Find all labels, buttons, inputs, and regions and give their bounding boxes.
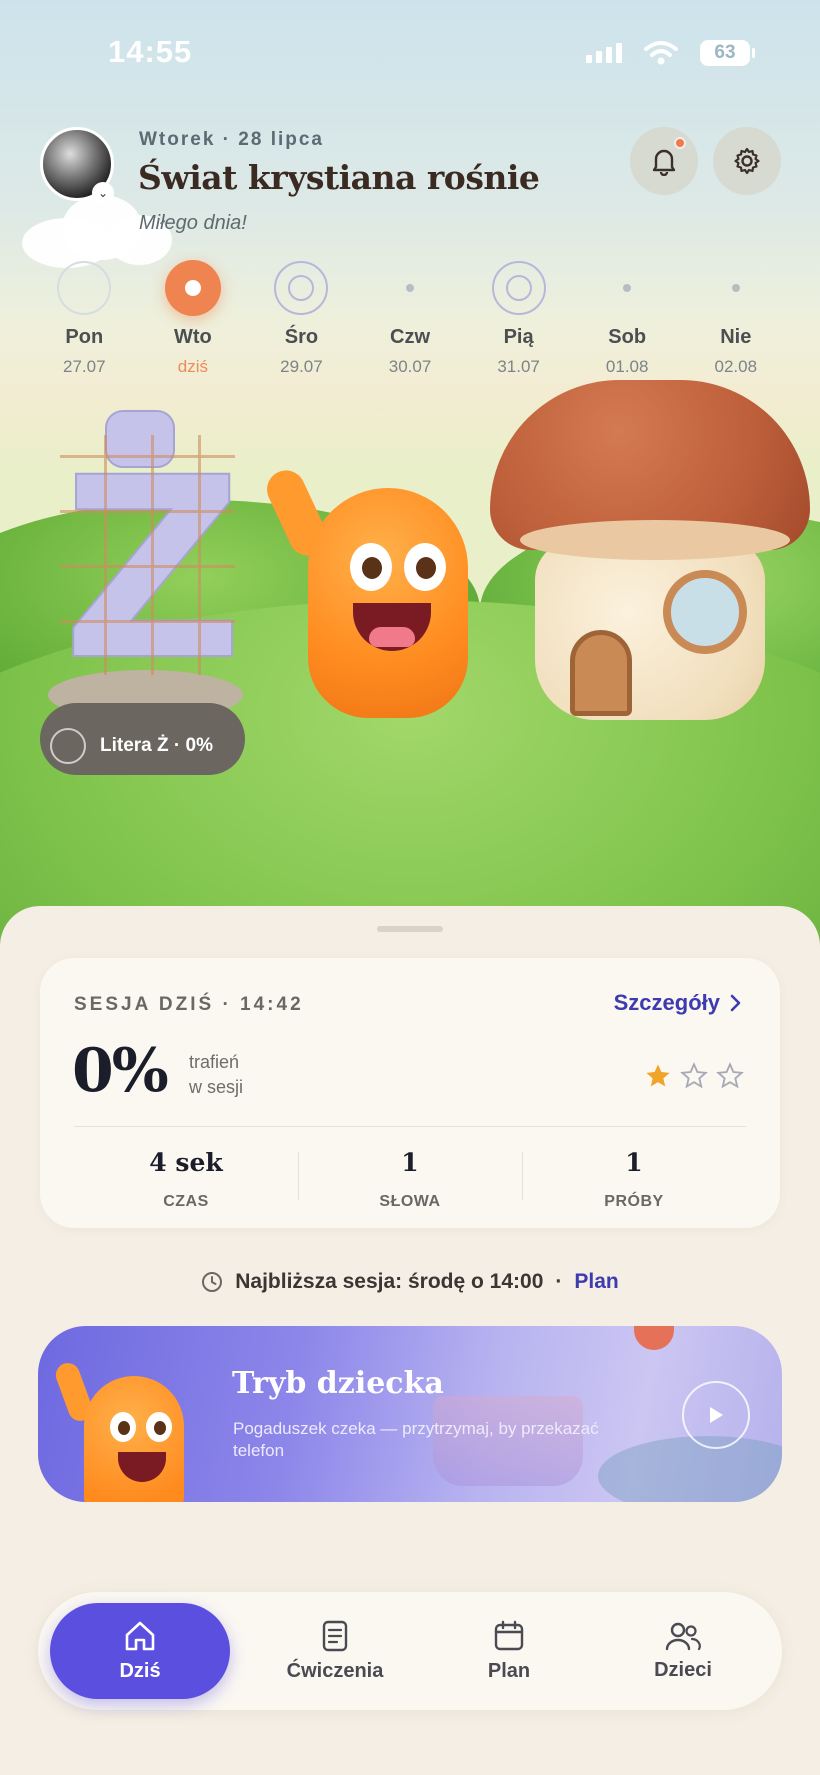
- chevron-down-icon[interactable]: ⌄: [92, 182, 114, 204]
- next-session-row: Najbliższa sesja: środę o 14:00 · Plan: [0, 1270, 820, 1294]
- status-icons: 63: [586, 40, 755, 66]
- day-sat[interactable]: Sob 01.08: [573, 258, 682, 377]
- planned-ring: [491, 261, 546, 315]
- scaffold: [60, 435, 235, 675]
- week-strip: Pon 27.07 Wto dziś Śro 29.07 Czw 30.07 P…: [30, 258, 790, 377]
- stat-words: 1 SŁOWA: [298, 1148, 522, 1211]
- progress-ring: [57, 261, 112, 315]
- nav-exercises[interactable]: Ćwiczenia: [248, 1603, 422, 1699]
- mascot-character: [52, 1356, 204, 1502]
- day-dot: [623, 284, 632, 292]
- stat-attempts: 1 PRÓBY: [522, 1148, 746, 1211]
- day-sun[interactable]: Nie 02.08: [681, 258, 790, 377]
- home-icon: [125, 1621, 155, 1650]
- signal-icon: [586, 43, 622, 63]
- session-percent: 0%: [72, 1036, 169, 1106]
- mascot-eye: [350, 543, 392, 591]
- star-filled-icon: [646, 1064, 670, 1087]
- session-stats: 4 sek CZAS 1 SŁOWA 1 PRÓBY: [74, 1148, 746, 1211]
- wifi-icon: [644, 41, 678, 65]
- day-mon[interactable]: Pon 27.07: [30, 258, 139, 377]
- day-wed[interactable]: Śro 29.07: [247, 258, 356, 377]
- play-button[interactable]: [682, 1381, 750, 1449]
- page-title: Świat krystiana rośnie: [138, 158, 540, 197]
- day-tue[interactable]: Wto dziś: [139, 258, 248, 377]
- star-rating: [644, 1062, 744, 1090]
- bell-icon: [652, 149, 676, 176]
- house-door: [570, 630, 632, 716]
- today-marker: [164, 260, 221, 316]
- plan-link[interactable]: Plan: [574, 1270, 618, 1294]
- greeting: Miłego dnia!: [139, 212, 247, 234]
- chevron-right-icon: [730, 994, 741, 1012]
- clock-icon: [202, 1272, 223, 1292]
- calendar-icon: [494, 1620, 524, 1650]
- letter-progress-chip: Litera Ż · 0%: [50, 728, 213, 764]
- stat-time: 4 sek CZAS: [149, 1148, 223, 1210]
- kid-mode-card[interactable]: Tryb dziecka Pogaduszek czeka — przytrzy…: [38, 1326, 782, 1502]
- status-time: 14:55: [108, 34, 193, 69]
- notification-badge: [674, 137, 686, 149]
- nav-children[interactable]: Dzieci: [596, 1603, 770, 1699]
- day-fri[interactable]: Pią 31.07: [464, 258, 573, 377]
- star-empty-icon: [716, 1062, 744, 1089]
- document-icon: [322, 1620, 348, 1651]
- separator: ·: [555, 1270, 563, 1293]
- day-dot: [406, 284, 415, 292]
- kid-mode-subtitle: Pogaduszek czeka — przytrzymaj, by przek…: [233, 1419, 599, 1460]
- day-thu[interactable]: Czw 30.07: [356, 258, 465, 377]
- star-empty-icon: [680, 1062, 708, 1089]
- percent-caption: trafień w sesji: [189, 1052, 244, 1097]
- divider: [74, 1126, 746, 1127]
- next-session-text: Najbliższa sesja: środę o 14:00: [235, 1270, 544, 1293]
- bottom-nav: Dziś Ćwiczenia Plan Dzieci: [38, 1592, 782, 1710]
- day-dot: [731, 284, 740, 292]
- nav-plan[interactable]: Plan: [422, 1603, 596, 1699]
- cap-rim: [520, 520, 790, 560]
- balloon-decoration: [634, 1326, 674, 1350]
- home-screen: 14:55 63 ⌄ Wtorek · 28 lipca Świat kryst…: [0, 0, 820, 1775]
- mascot-character[interactable]: [260, 458, 488, 748]
- planned-ring: [274, 261, 329, 315]
- gear-icon: [734, 147, 760, 175]
- date-label: Wtorek · 28 lipca: [139, 129, 324, 150]
- battery-icon: 63: [700, 40, 755, 66]
- nav-today[interactable]: Dziś: [50, 1603, 230, 1699]
- mascot-eye: [404, 543, 446, 591]
- sheet-handle[interactable]: [377, 926, 443, 932]
- mushroom-house[interactable]: [490, 380, 820, 720]
- house-window: [663, 570, 747, 654]
- kid-mode-title: Tryb dziecka: [232, 1366, 444, 1401]
- letter-monument[interactable]: Z Litera Ż · 0%: [40, 405, 250, 775]
- progress-ring: [50, 728, 86, 764]
- details-link[interactable]: Szczegóły: [614, 990, 742, 1016]
- hero-scene: 14:55 63 ⌄ Wtorek · 28 lipca Świat kryst…: [0, 0, 820, 1160]
- users-icon: [665, 1622, 701, 1650]
- session-card: SESJA DZIŚ · 14:42 Szczegóły 0% trafień …: [40, 958, 780, 1228]
- play-icon: [710, 1407, 723, 1423]
- notifications-button[interactable]: [630, 127, 698, 195]
- settings-button[interactable]: [713, 127, 781, 195]
- session-label: SESJA DZIŚ · 14:42: [74, 994, 304, 1015]
